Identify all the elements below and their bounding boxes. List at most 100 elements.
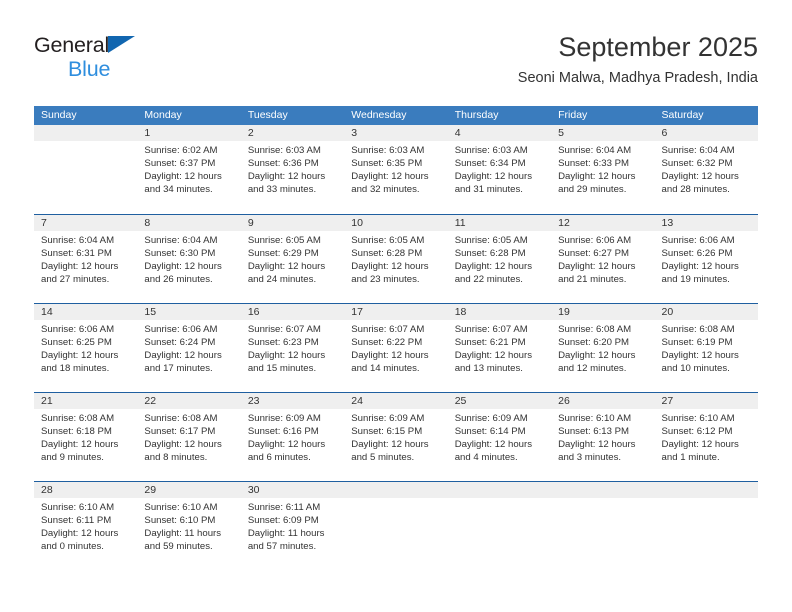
daylight-text-line1: Daylight: 12 hours (661, 439, 739, 451)
sunrise-text: Sunrise: 6:07 AM (247, 324, 321, 335)
sunrise-text: Sunrise: 6:09 AM (454, 413, 528, 424)
daylight-text-line1: Daylight: 12 hours (558, 171, 636, 183)
day-number: 10 (344, 215, 448, 231)
daylight-text-line2: and 59 minutes. (144, 541, 213, 553)
day-details: Sunrise: 6:02 AM Sunset: 6:37 PM Dayligh… (137, 141, 240, 196)
day-cell[interactable]: 17 Sunrise: 6:07 AM Sunset: 6:22 PM Dayl… (344, 304, 448, 392)
sunset-text: Sunset: 6:29 PM (247, 248, 319, 260)
weekday-header-wednesday: Wednesday (351, 109, 407, 121)
day-number: 28 (34, 482, 138, 498)
day-cell[interactable] (344, 482, 448, 570)
day-cell[interactable]: 4 Sunrise: 6:03 AM Sunset: 6:34 PM Dayli… (447, 125, 552, 214)
sunset-text: Sunset: 6:16 PM (247, 426, 319, 438)
day-cell[interactable]: 11 Sunrise: 6:05 AM Sunset: 6:28 PM Dayl… (447, 215, 552, 303)
daylight-text-line2: and 29 minutes. (558, 184, 627, 196)
week-row: 28 Sunrise: 6:10 AM Sunset: 6:11 PM Dayl… (34, 481, 758, 570)
sunset-text: Sunset: 6:28 PM (351, 248, 423, 260)
sunset-text: Sunset: 6:32 PM (661, 158, 733, 170)
daylight-text-line1: Daylight: 12 hours (41, 528, 119, 540)
sunrise-text: Sunrise: 6:10 AM (41, 502, 115, 513)
day-details: Sunrise: 6:10 AM Sunset: 6:10 PM Dayligh… (137, 498, 240, 553)
day-cell[interactable]: 9 Sunrise: 6:05 AM Sunset: 6:29 PM Dayli… (240, 215, 345, 303)
day-details: Sunrise: 6:03 AM Sunset: 6:36 PM Dayligh… (241, 141, 344, 196)
day-cell[interactable]: 12 Sunrise: 6:06 AM Sunset: 6:27 PM Dayl… (551, 215, 655, 303)
day-cell[interactable]: 15 Sunrise: 6:06 AM Sunset: 6:24 PM Dayl… (137, 304, 241, 392)
day-details: Sunrise: 6:08 AM Sunset: 6:18 PM Dayligh… (34, 409, 137, 464)
daylight-text-line2: and 34 minutes. (144, 184, 213, 196)
day-cell[interactable]: 18 Sunrise: 6:07 AM Sunset: 6:21 PM Dayl… (447, 304, 552, 392)
sunset-text: Sunset: 6:22 PM (351, 337, 423, 349)
day-cell[interactable]: 24 Sunrise: 6:09 AM Sunset: 6:15 PM Dayl… (344, 393, 448, 481)
sunset-text: Sunset: 6:21 PM (454, 337, 526, 349)
day-cell[interactable]: 3 Sunrise: 6:03 AM Sunset: 6:35 PM Dayli… (344, 125, 448, 214)
daylight-text-line1: Daylight: 12 hours (144, 171, 222, 183)
week-row: 1 Sunrise: 6:02 AM Sunset: 6:37 PM Dayli… (34, 125, 758, 214)
daylight-text-line1: Daylight: 12 hours (41, 261, 119, 273)
day-cell[interactable]: 27 Sunrise: 6:10 AM Sunset: 6:12 PM Dayl… (654, 393, 758, 481)
daylight-text-line2: and 17 minutes. (144, 363, 213, 375)
daylight-text-line2: and 31 minutes. (454, 184, 523, 196)
day-cell[interactable] (34, 125, 138, 214)
day-cell[interactable]: 25 Sunrise: 6:09 AM Sunset: 6:14 PM Dayl… (447, 393, 552, 481)
sunset-text: Sunset: 6:34 PM (454, 158, 526, 170)
sunset-text: Sunset: 6:12 PM (661, 426, 733, 438)
day-cell[interactable]: 16 Sunrise: 6:07 AM Sunset: 6:23 PM Dayl… (240, 304, 345, 392)
day-cell[interactable]: 19 Sunrise: 6:08 AM Sunset: 6:20 PM Dayl… (551, 304, 655, 392)
daylight-text-line2: and 0 minutes. (41, 541, 104, 553)
day-cell[interactable]: 1 Sunrise: 6:02 AM Sunset: 6:37 PM Dayli… (137, 125, 241, 214)
day-cell[interactable]: 30 Sunrise: 6:11 AM Sunset: 6:09 PM Dayl… (240, 482, 345, 570)
day-cell[interactable] (654, 482, 758, 570)
day-details: Sunrise: 6:05 AM Sunset: 6:29 PM Dayligh… (241, 231, 344, 286)
day-cell[interactable]: 6 Sunrise: 6:04 AM Sunset: 6:32 PM Dayli… (654, 125, 758, 214)
day-cell[interactable]: 23 Sunrise: 6:09 AM Sunset: 6:16 PM Dayl… (240, 393, 345, 481)
day-cell[interactable]: 13 Sunrise: 6:06 AM Sunset: 6:26 PM Dayl… (654, 215, 758, 303)
day-cell[interactable]: 26 Sunrise: 6:10 AM Sunset: 6:13 PM Dayl… (551, 393, 655, 481)
sunrise-text: Sunrise: 6:06 AM (41, 324, 115, 335)
day-cell[interactable] (551, 482, 655, 570)
day-details: Sunrise: 6:05 AM Sunset: 6:28 PM Dayligh… (344, 231, 447, 286)
day-cell[interactable]: 2 Sunrise: 6:03 AM Sunset: 6:36 PM Dayli… (240, 125, 345, 214)
sunset-text: Sunset: 6:31 PM (41, 248, 112, 260)
day-details: Sunrise: 6:09 AM Sunset: 6:14 PM Dayligh… (448, 409, 551, 464)
day-details: Sunrise: 6:04 AM Sunset: 6:30 PM Dayligh… (137, 231, 240, 286)
day-details: Sunrise: 6:08 AM Sunset: 6:20 PM Dayligh… (551, 320, 654, 375)
day-cell[interactable]: 14 Sunrise: 6:06 AM Sunset: 6:25 PM Dayl… (34, 304, 138, 392)
daylight-text-line1: Daylight: 12 hours (454, 439, 533, 451)
day-cell[interactable]: 5 Sunrise: 6:04 AM Sunset: 6:33 PM Dayli… (551, 125, 655, 214)
sunset-text: Sunset: 6:23 PM (247, 337, 319, 349)
daylight-text-line2: and 24 minutes. (247, 274, 317, 286)
day-cell[interactable]: 29 Sunrise: 6:10 AM Sunset: 6:10 PM Dayl… (137, 482, 241, 570)
day-cell[interactable]: 28 Sunrise: 6:10 AM Sunset: 6:11 PM Dayl… (34, 482, 138, 570)
day-details: Sunrise: 6:06 AM Sunset: 6:24 PM Dayligh… (137, 320, 240, 375)
sunrise-text: Sunrise: 6:09 AM (351, 413, 425, 424)
day-cell[interactable]: 22 Sunrise: 6:08 AM Sunset: 6:17 PM Dayl… (137, 393, 241, 481)
sunset-text: Sunset: 6:24 PM (144, 337, 216, 349)
day-details: Sunrise: 6:04 AM Sunset: 6:33 PM Dayligh… (551, 141, 654, 196)
day-cell[interactable] (447, 482, 552, 570)
sunrise-text: Sunrise: 6:08 AM (558, 324, 632, 335)
day-cell[interactable]: 7 Sunrise: 6:04 AM Sunset: 6:31 PM Dayli… (34, 215, 138, 303)
weekday-header-row: Sunday Monday Tuesday Wednesday Thursday… (34, 106, 758, 125)
daylight-text-line1: Daylight: 12 hours (144, 439, 222, 451)
day-details: Sunrise: 6:10 AM Sunset: 6:11 PM Dayligh… (34, 498, 137, 553)
day-details: Sunrise: 6:09 AM Sunset: 6:15 PM Dayligh… (344, 409, 447, 464)
sunset-text: Sunset: 6:35 PM (351, 158, 423, 170)
day-cell[interactable]: 21 Sunrise: 6:08 AM Sunset: 6:18 PM Dayl… (34, 393, 138, 481)
sunset-text: Sunset: 6:30 PM (144, 248, 216, 260)
sunset-text: Sunset: 6:19 PM (661, 337, 733, 349)
daylight-text-line1: Daylight: 12 hours (247, 261, 326, 273)
sunset-text: Sunset: 6:33 PM (558, 158, 630, 170)
general-blue-logo[interactable]: General Blue (34, 34, 234, 90)
day-cell[interactable]: 10 Sunrise: 6:05 AM Sunset: 6:28 PM Dayl… (344, 215, 448, 303)
week-row: 14 Sunrise: 6:06 AM Sunset: 6:25 PM Dayl… (34, 303, 758, 392)
day-cell[interactable]: 8 Sunrise: 6:04 AM Sunset: 6:30 PM Dayli… (137, 215, 241, 303)
day-details: Sunrise: 6:04 AM Sunset: 6:32 PM Dayligh… (655, 141, 758, 196)
sunrise-text: Sunrise: 6:11 AM (247, 502, 321, 513)
daylight-text-line2: and 12 minutes. (558, 363, 627, 375)
daylight-text-line2: and 32 minutes. (351, 184, 420, 196)
sunrise-text: Sunrise: 6:05 AM (247, 235, 321, 246)
day-cell[interactable]: 20 Sunrise: 6:08 AM Sunset: 6:19 PM Dayl… (654, 304, 758, 392)
daylight-text-line2: and 6 minutes. (247, 452, 311, 464)
day-details: Sunrise: 6:09 AM Sunset: 6:16 PM Dayligh… (241, 409, 344, 464)
sunset-text: Sunset: 6:18 PM (41, 426, 112, 438)
